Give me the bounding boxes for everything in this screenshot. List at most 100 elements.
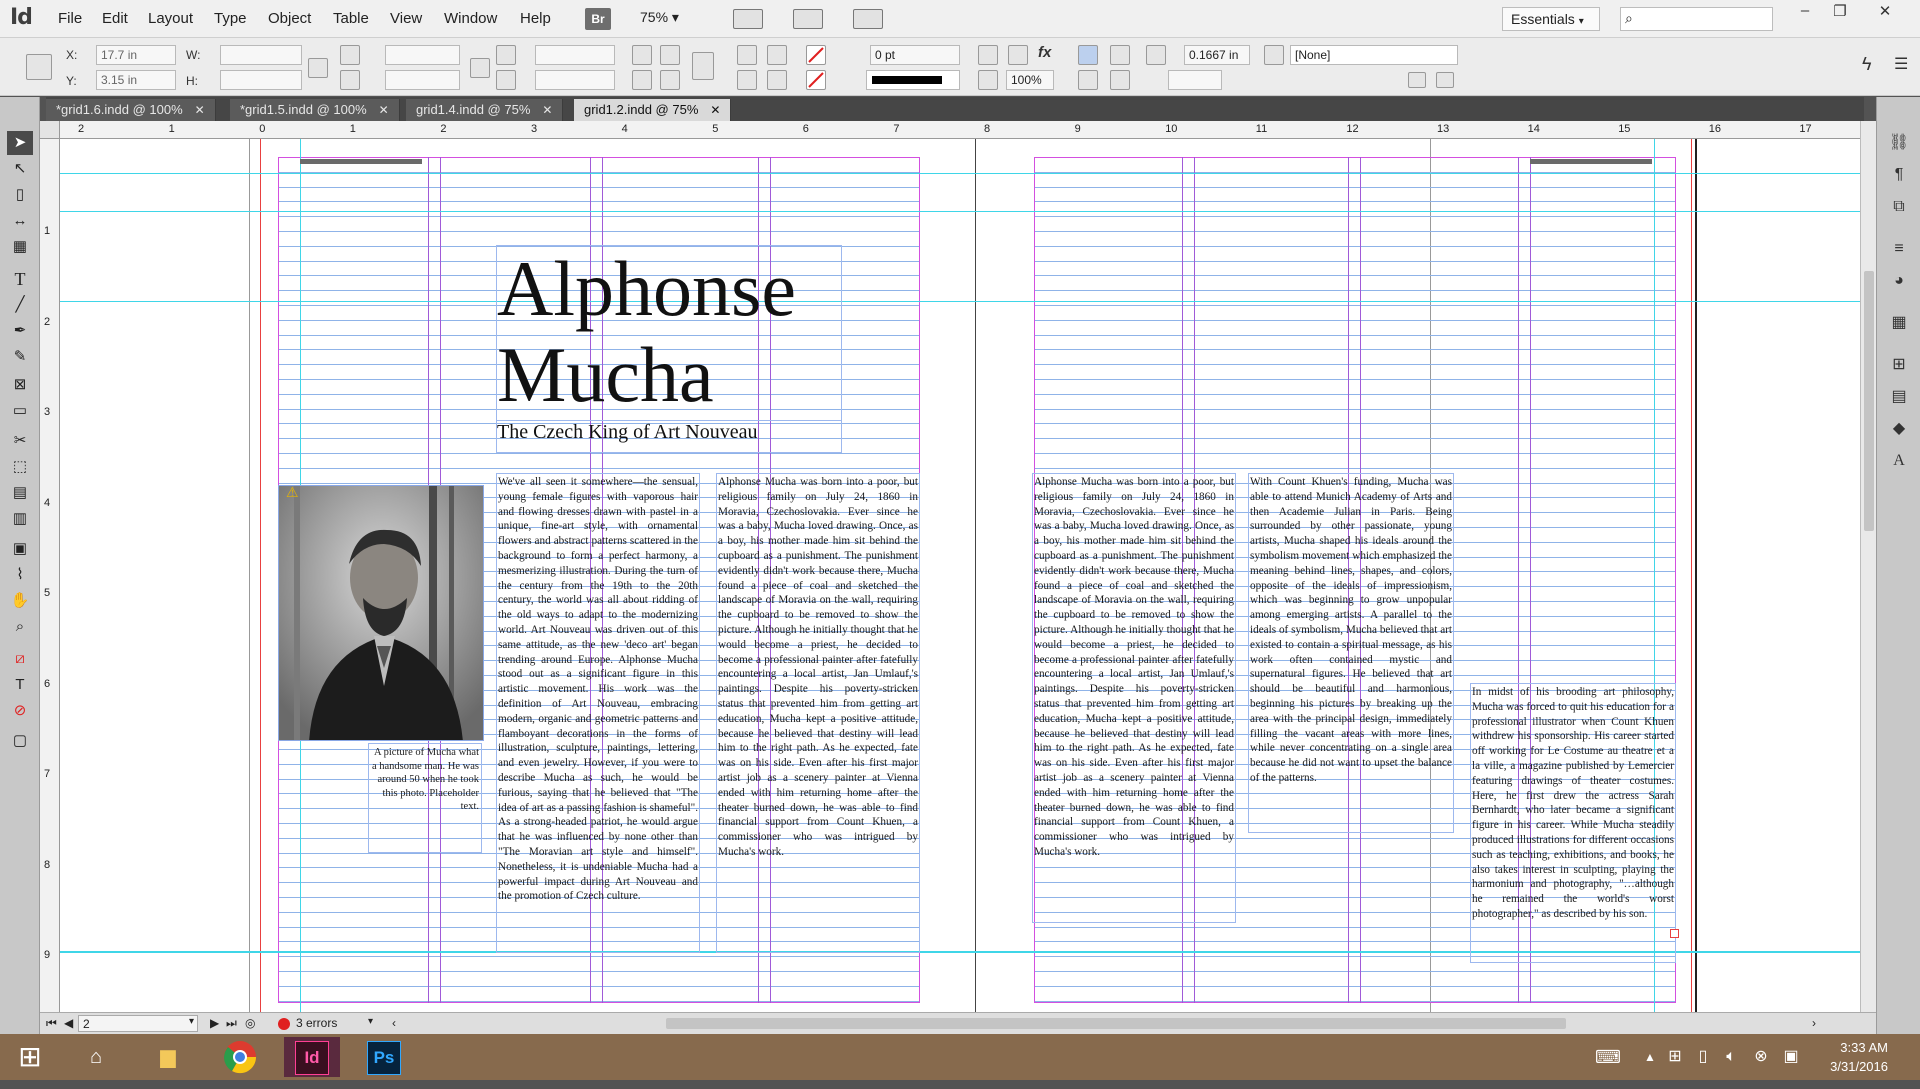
menu-layout[interactable]: Layout — [148, 10, 193, 27]
redefine-style-icon[interactable] — [1436, 72, 1454, 88]
ruler-origin[interactable] — [40, 121, 60, 139]
menu-object[interactable]: Object — [268, 10, 311, 27]
ruler-guide[interactable] — [60, 301, 1860, 302]
indesign-taskbar-icon[interactable]: Id — [284, 1037, 340, 1077]
rectangle-tool-icon[interactable]: ▭ — [7, 399, 33, 423]
links-icon[interactable]: ⛓ — [1886, 131, 1912, 155]
close-icon[interactable]: ✕ — [542, 103, 552, 117]
line-tool-icon[interactable]: ╱ — [7, 293, 33, 317]
tab-grid1-2[interactable]: grid1.2.indd @ 75% ✕ — [574, 99, 732, 121]
portrait-image-frame[interactable] — [278, 485, 484, 741]
chrome-icon[interactable] — [212, 1037, 268, 1077]
close-icon[interactable]: ✕ — [379, 103, 389, 117]
table-panel-icon[interactable]: ▦ — [1886, 311, 1912, 335]
opacity-field[interactable]: 100% — [1006, 70, 1054, 90]
rotation-field[interactable] — [535, 45, 615, 65]
zoom-tool-icon[interactable]: ⌕ — [7, 615, 33, 639]
network-icon[interactable]: ⊗ — [1748, 1037, 1774, 1077]
selection-tool-icon[interactable]: ➤ — [7, 131, 33, 155]
height-field[interactable] — [220, 70, 302, 90]
caption-frame[interactable]: A picture of Mucha what a handsome man. … — [368, 743, 482, 853]
pencil-tool-icon[interactable]: ✎ — [7, 345, 33, 369]
layers-icon[interactable]: ◆ — [1886, 417, 1912, 441]
menu-file[interactable]: File — [58, 10, 82, 27]
close-icon[interactable]: ✕ — [1870, 2, 1900, 24]
screen-mode-tool-icon[interactable]: ▢ — [7, 729, 33, 753]
tab-grid1-5[interactable]: *grid1.5.indd @ 100% ✕ — [230, 99, 400, 121]
close-icon[interactable]: ✕ — [195, 103, 205, 117]
text-wrap-none-icon[interactable] — [1078, 45, 1098, 65]
link-icon[interactable] — [470, 58, 490, 78]
menu-window[interactable]: Window — [444, 10, 497, 27]
rotate-ccw-icon[interactable] — [660, 45, 680, 65]
text-frame-col1[interactable]: We've all seen it somewhere—the sensual,… — [496, 473, 700, 953]
warning-icon[interactable]: ⚠ — [286, 484, 299, 501]
home-icon[interactable]: ⌂ — [68, 1037, 124, 1077]
select-previous-icon[interactable] — [767, 45, 787, 65]
type-tool-icon[interactable]: T — [7, 267, 33, 291]
object-style-select[interactable]: [None] — [1290, 45, 1458, 65]
menu-edit[interactable]: Edit — [102, 10, 128, 27]
gap-tool-icon[interactable]: ↔ — [7, 209, 33, 233]
select-next-icon[interactable] — [767, 70, 787, 90]
text-frame-col4[interactable]: With Count Khuen's funding, Mucha was ab… — [1248, 473, 1454, 833]
rotate-cw-icon[interactable] — [632, 45, 652, 65]
clear-overrides-icon[interactable] — [1408, 72, 1426, 88]
scale-y-icon[interactable] — [340, 70, 360, 90]
effects-icon[interactable]: fx — [1038, 44, 1051, 61]
action-center-icon[interactable]: ▣ — [1778, 1037, 1804, 1077]
horizontal-scroll-thumb[interactable] — [666, 1018, 1566, 1029]
text-frame-col3[interactable]: Alphonse Mucha was born into a poor, but… — [1032, 473, 1236, 923]
wrap-bounding-box-icon[interactable] — [1110, 45, 1130, 65]
preflight-menu-icon[interactable]: ◎ — [245, 1016, 255, 1030]
battery-icon[interactable]: ▯ — [1690, 1037, 1716, 1077]
constrain-proportions-icon[interactable] — [308, 58, 328, 78]
workspace-switcher[interactable]: Essentials ▾ — [1502, 7, 1600, 31]
scale-y-field[interactable] — [385, 70, 460, 90]
select-container-icon[interactable] — [737, 45, 757, 65]
file-explorer-icon[interactable]: ▆ — [140, 1037, 196, 1077]
hand-tool-icon[interactable]: ✋ — [7, 589, 33, 613]
gradient-swatch-tool-icon[interactable]: ▤ — [7, 481, 33, 505]
subhead-frame[interactable]: The Czech King of Art Nouveau — [496, 421, 842, 453]
view-options-icon[interactable] — [793, 9, 823, 29]
document-canvas[interactable]: Alphonse Mucha The Czech King of Art Nou… — [60, 139, 1860, 1012]
bridge-button[interactable]: Br — [585, 8, 611, 30]
flip-vertical-icon[interactable] — [660, 70, 680, 90]
content-collector-icon[interactable]: ▦ — [7, 235, 33, 259]
screen-mode-icon[interactable] — [733, 9, 763, 29]
fill-swatch-icon[interactable] — [806, 45, 826, 65]
character-styles-icon[interactable]: A — [1886, 449, 1912, 473]
note-tool-icon[interactable]: ▣ — [7, 537, 33, 561]
eyedropper-tool-icon[interactable]: ⌇ — [7, 563, 33, 587]
arrange-documents-icon[interactable] — [853, 9, 883, 29]
scissors-tool-icon[interactable]: ✂ — [7, 429, 33, 453]
stroke-weight-field[interactable]: 0 pt — [870, 45, 960, 65]
text-frame-col5[interactable]: In midst of his brooding art philosophy,… — [1470, 683, 1676, 963]
chevron-down-icon[interactable]: ▾ — [368, 1016, 373, 1027]
keyboard-icon[interactable]: ⌨ — [1580, 1037, 1636, 1077]
close-icon[interactable]: ✕ — [710, 103, 720, 117]
reference-point-icon[interactable] — [26, 54, 52, 80]
next-page-icon[interactable]: ▶ — [210, 1016, 219, 1030]
ruler-guide[interactable] — [60, 173, 1860, 174]
minimize-icon[interactable]: – — [1790, 2, 1820, 24]
vertical-scroll-thumb[interactable] — [1864, 271, 1874, 531]
paragraph-styles-icon[interactable]: ▤ — [1886, 385, 1912, 409]
direct-selection-tool-icon[interactable]: ↖ — [7, 157, 33, 181]
x-field[interactable]: 17.7 in — [96, 45, 176, 65]
wrap-object-shape-icon[interactable] — [1078, 70, 1098, 90]
gradient-feather-tool-icon[interactable]: ▥ — [7, 507, 33, 531]
headline-frame[interactable]: Alphonse Mucha — [496, 245, 842, 421]
wrap-jump-object-icon[interactable] — [1110, 70, 1130, 90]
overset-text-icon[interactable] — [1670, 929, 1679, 938]
offset-field[interactable]: 0.1667 in — [1184, 45, 1250, 65]
previous-page-icon[interactable]: ◀ — [64, 1016, 73, 1030]
stroke-swatch-icon[interactable] — [806, 70, 826, 90]
rotate-icon[interactable] — [496, 45, 516, 65]
volume-icon[interactable]: 🔈︎ — [1718, 1037, 1744, 1077]
menu-type[interactable]: Type — [214, 10, 247, 27]
scale-x-field[interactable] — [385, 45, 460, 65]
search-input[interactable]: ⌕ — [1620, 7, 1773, 31]
cell-styles-icon[interactable]: ⊞ — [1886, 353, 1912, 377]
